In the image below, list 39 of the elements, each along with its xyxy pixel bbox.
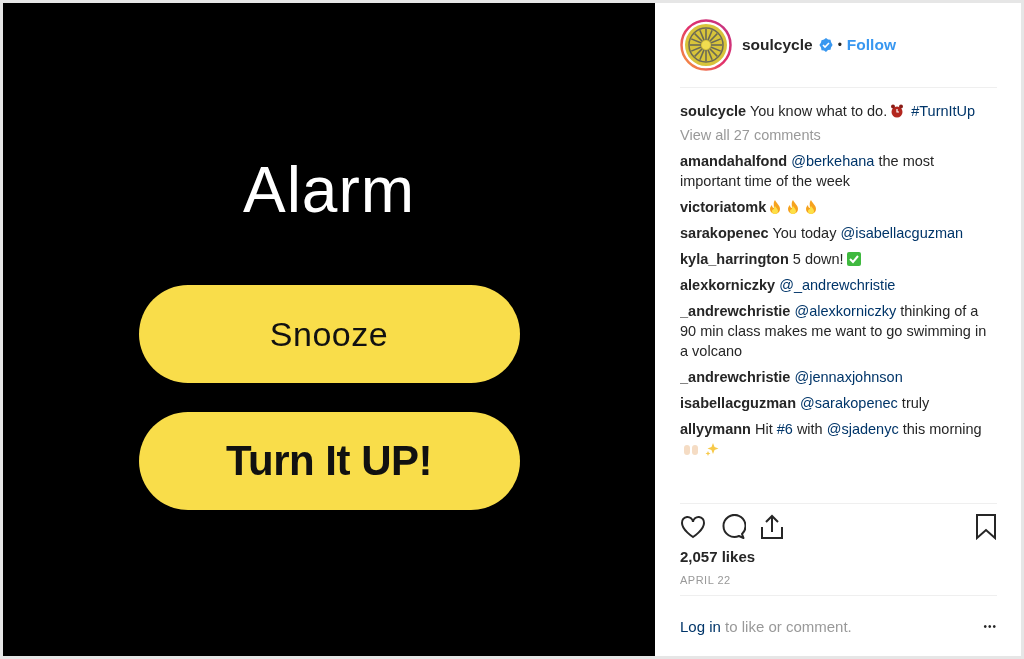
comment: sarakopenec You today @isabellacguzman [680, 224, 965, 243]
hashtag-link[interactable]: #TurnItUp [911, 103, 976, 119]
login-prompt: Log in to like or comment. [680, 617, 852, 635]
likes-count: 2,057 likes [680, 548, 757, 565]
comment: _andrewchristie @alexkorniczky thinking of a 90 min class makes me want to go swimming in a volcano [680, 302, 988, 361]
avatar[interactable] [680, 19, 732, 71]
more-options-button[interactable]: ••• [983, 620, 997, 632]
post-date: APRIL 22 [680, 574, 997, 596]
mention-link[interactable]: @berkehana [791, 153, 875, 169]
comment: allyymann Hit #6 with @sjadenyc this morning [680, 419, 997, 459]
sparkles-icon [705, 442, 719, 456]
separator-dot: • [837, 38, 842, 52]
fire-icon [787, 200, 800, 214]
comment: kyla_harrington 5 down! [680, 249, 997, 269]
mention-link[interactable]: @_andrewchristie [779, 277, 896, 293]
mention-link[interactable]: @alexkorniczky [794, 303, 897, 319]
mention-link[interactable]: @sjadenyc [826, 421, 899, 437]
comment-icon[interactable] [720, 514, 746, 540]
username[interactable]: soulcycle [742, 36, 813, 54]
comment: alexkorniczky @_andrewchristie [680, 276, 897, 295]
mention-link[interactable]: @isabellacguzman [840, 225, 964, 241]
fire-icon [769, 200, 782, 214]
heart-icon[interactable] [680, 515, 706, 539]
fire-icon [805, 200, 818, 214]
comment: amandahalfond @berkehana the most important time of the week [680, 152, 936, 191]
mention-link[interactable]: @jennaxjohnson [794, 369, 903, 385]
comment: _andrewchristie @jennaxjohnson [680, 368, 904, 387]
hashtag-link[interactable]: #6 [776, 421, 793, 437]
comment: isabellacguzman @sarakopenec truly [680, 394, 931, 413]
alarm-title: Alarm [242, 153, 416, 227]
bookmark-icon[interactable] [975, 514, 997, 540]
comment: victoriatomk [680, 197, 997, 217]
share-icon[interactable] [760, 514, 784, 540]
mention-link[interactable]: @sarakopenec [800, 395, 898, 411]
login-link[interactable]: Log in [680, 617, 721, 635]
caption: soulcycle You know what to do. #TurnItUp [680, 102, 977, 121]
check-icon [846, 252, 861, 266]
raised-hands-icon [683, 442, 699, 456]
alarm-clock-icon [890, 104, 905, 118]
